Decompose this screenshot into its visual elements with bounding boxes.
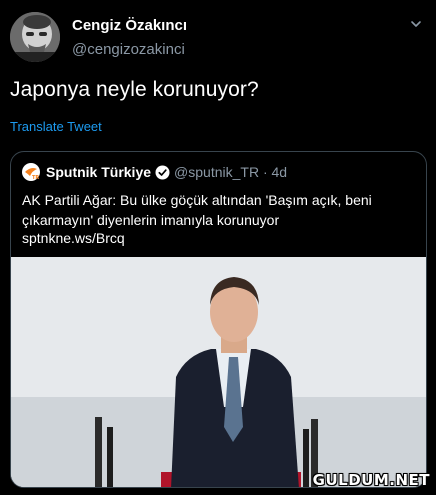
svg-text:TR: TR [32,175,39,181]
quoted-author-name[interactable]: Sputnik Türkiye [46,164,151,180]
sputnik-logo-icon: TR [22,163,40,181]
site-watermark: GULDUM.NET [312,471,430,489]
tweet-text: Japonya neyle korunuyor? [10,78,259,101]
avatar-image [10,12,60,62]
quoted-tweet-header: TR Sputnik Türkiye @sputnik_TR · 4d [22,163,287,181]
author-handle[interactable]: @cengizozakinci [72,41,185,58]
avatar[interactable] [10,12,60,62]
translate-tweet-link[interactable]: Translate Tweet [10,119,102,134]
quoted-tweet-card[interactable]: TR Sputnik Türkiye @sputnik_TR · 4d AK P… [10,151,427,488]
quoted-tweet-image[interactable] [11,257,426,487]
quoted-tweet-text: AK Partili Ağar: Bu ülke göçük altından … [22,192,372,228]
verified-badge-icon [155,165,170,180]
quoted-handle-time: @sputnik_TR · 4d [174,164,288,180]
quoted-tweet-link[interactable]: sptnkne.ws/Brcq [22,230,125,246]
chevron-down-icon[interactable] [408,16,424,32]
author-name[interactable]: Cengiz Özakıncı [72,17,187,34]
